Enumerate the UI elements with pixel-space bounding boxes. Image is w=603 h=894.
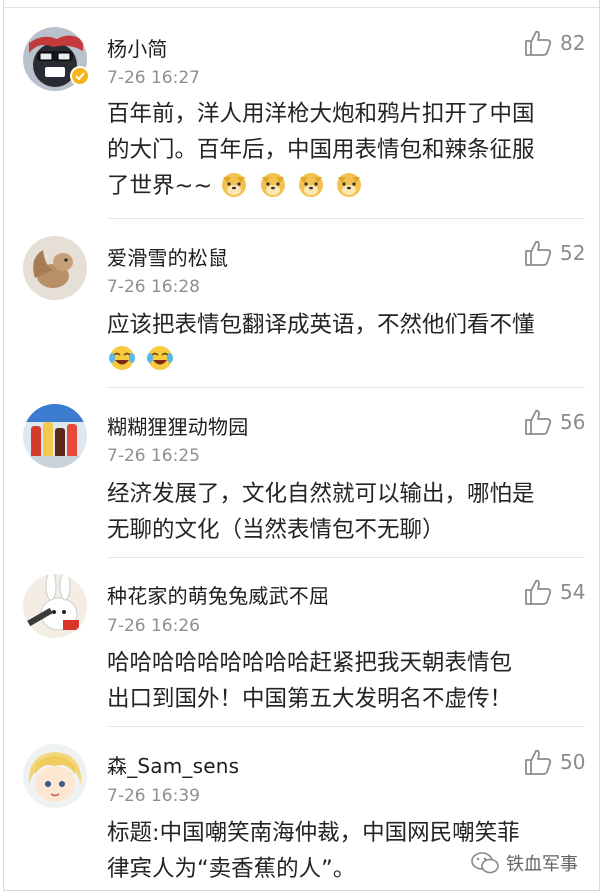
like-button[interactable]: 50 — [524, 747, 585, 777]
thumbs-up-icon — [525, 30, 552, 56]
divider — [108, 387, 585, 388]
thumbs-up-icon — [525, 240, 552, 266]
thumbs-up-icon — [525, 579, 552, 605]
thumbs-up-icon — [525, 749, 552, 775]
like-button[interactable]: 82 — [524, 28, 585, 58]
like-button[interactable]: 54 — [524, 577, 585, 607]
avatar[interactable] — [23, 574, 87, 638]
divider — [108, 726, 585, 727]
thumbs-up-icon — [525, 409, 552, 435]
comment-time: 7-26 16:26 — [107, 616, 200, 636]
like-count: 50 — [560, 750, 586, 774]
commenter-name[interactable]: 种花家的萌兔兔威武不屈 — [107, 580, 329, 609]
like-count: 52 — [560, 241, 586, 265]
comment-time: 7-26 16:25 — [107, 446, 200, 466]
avatar[interactable] — [23, 236, 87, 300]
like-button[interactable]: 56 — [524, 407, 585, 437]
laugh-cry-emoji — [107, 343, 592, 379]
like-count: 54 — [560, 580, 586, 604]
like-count: 56 — [560, 410, 586, 434]
divider — [108, 557, 585, 558]
comment-text: 应该把表情包翻译成英语，不然他们看不懂 — [107, 307, 592, 379]
wechat-icon — [471, 852, 499, 874]
avatar[interactable] — [23, 404, 87, 468]
like-button[interactable]: 52 — [524, 238, 585, 268]
doge-emoji — [219, 173, 364, 199]
commenter-name[interactable]: 爱滑雪的松鼠 — [107, 242, 228, 271]
like-count: 82 — [560, 31, 586, 55]
commenter-name[interactable]: 杨小简 — [107, 33, 168, 62]
comment-text: 经济发展了，文化自然就可以输出，哪怕是 无聊的文化（当然表情包不无聊） — [107, 481, 535, 543]
divider — [108, 218, 585, 219]
commenter-name[interactable]: 森_Sam_sens — [107, 750, 239, 779]
comment-time: 7-26 16:28 — [107, 277, 200, 297]
comment-time: 7-26 16:27 — [107, 68, 200, 88]
comment-text: 哈哈哈哈哈哈哈哈哈赶紧把我天朝表情包 出口到国外！中国第五大发明名不虚传！ — [107, 650, 513, 712]
commenter-name[interactable]: 糊糊狸狸动物园 — [107, 411, 248, 440]
watermark-text: 铁血军事 — [506, 854, 578, 875]
verified-badge-icon — [70, 66, 90, 86]
comment-text: 百年前，洋人用洋枪大炮和鸦片扣开了中国 的大门。百年后，中国用表情包和辣条征服 … — [107, 101, 535, 199]
comment-time: 7-26 16:39 — [107, 786, 200, 806]
avatar[interactable] — [23, 744, 87, 808]
watermark: 铁血军事 — [470, 850, 578, 876]
